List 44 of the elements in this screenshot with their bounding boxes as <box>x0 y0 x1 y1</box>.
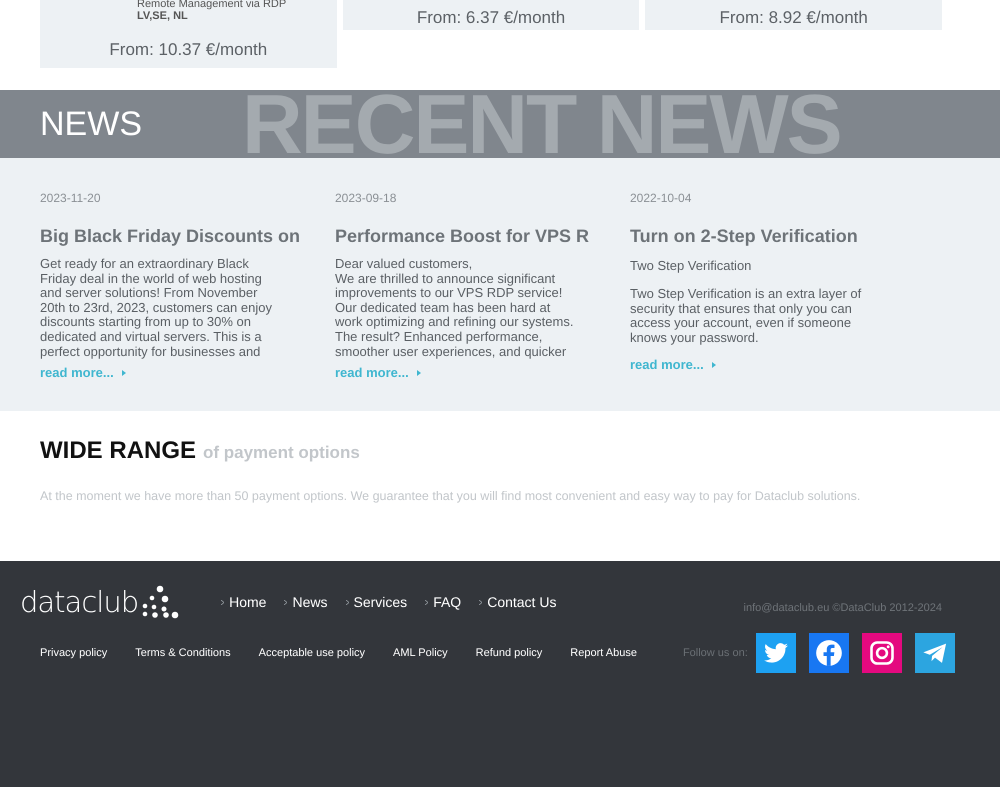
news-excerpt: Dear valued customers, We are thrilled to announce significant improvements to our VPS RDP service! Our dedicated team has been hard at work optimizing and refining our systems. The result? Enhanced performance, smoother user experiences, and quicker <box>335 257 574 359</box>
footer-policy-link[interactable]: Terms & Conditions <box>135 647 231 659</box>
follow-label: Follow us on: <box>682 647 748 659</box>
news-excerpt: Get ready for an extraordinary Black Friday deal in the world of web hosting and server solutions! From November 20th to 23rd, 2023, customers can enjoy discounts starting from up to 30% on dedicated and virtual servers. This is a perfect opportunity for businesses and <box>40 257 273 359</box>
news-heading: NEWS <box>40 104 142 144</box>
news-excerpt: Two Step Verification is an extra layer of security that ensures that only you can access your account, even if someone knows your password. <box>630 287 862 347</box>
footer-nav-link[interactable]: Home <box>229 594 266 610</box>
contact-copyright: info@dataclub.eu ©DataClub 2012-2024 <box>744 602 942 614</box>
triangle-icon <box>122 370 126 376</box>
chevron-icon <box>221 600 224 604</box>
chevron-icon <box>346 600 348 604</box>
news-date: 2023-09-18 <box>335 191 398 205</box>
bird-icon[interactable] <box>756 633 796 673</box>
triangle-icon <box>712 362 716 368</box>
footer-policy-link[interactable]: Acceptable use policy <box>258 647 366 659</box>
chevron-icon <box>425 600 428 604</box>
plan-locations: LV,SE, NL <box>136 10 188 22</box>
news-title: Performance Boost for VPS R <box>335 226 590 247</box>
plan-price: From: 8.92 €/month <box>720 8 868 29</box>
payment-description: At the moment we have more than 50 payment options. We guarantee that you will find most convenient and easy way to pay for Dataclub solutions. <box>40 489 862 503</box>
news-title: Big Black Friday Discounts on <box>40 226 300 247</box>
news-subtitle: Two Step Verification <box>630 258 752 273</box>
news-date: 2023-11-20 <box>40 191 102 205</box>
payment-heading: WIDE RANGE <box>40 437 196 465</box>
f-letter-icon[interactable] <box>808 633 849 673</box>
footer-nav-link[interactable]: News <box>292 594 328 610</box>
footer-policy-link[interactable]: Refund policy <box>476 647 542 659</box>
triangle-icon <box>416 370 421 376</box>
footer-policy-link[interactable]: Report Abuse <box>570 647 637 659</box>
footer-policy-link[interactable]: AML Policy <box>393 647 448 659</box>
logo[interactable]: dataclub <box>20 585 180 619</box>
footer-nav-link[interactable]: Services <box>354 594 408 610</box>
chevron-icon <box>479 600 482 604</box>
footer-nav-link[interactable]: Contact Us <box>487 594 556 610</box>
news-date: 2022-10-04 <box>630 191 692 205</box>
payment-subheading: of payment options <box>203 443 360 463</box>
plan-price: From: 6.37 €/month <box>416 8 566 29</box>
footer-policy-link[interactable]: Privacy policy <box>40 647 108 659</box>
camera-icon[interactable] <box>862 633 902 673</box>
footer-nav-link[interactable]: FAQ <box>433 594 462 610</box>
paper-plane-icon[interactable] <box>914 633 955 673</box>
news-title: Turn on 2-Step Verification <box>630 226 859 247</box>
plan-price: From: 10.37 €/month <box>109 40 268 61</box>
chevron-icon <box>284 600 288 604</box>
